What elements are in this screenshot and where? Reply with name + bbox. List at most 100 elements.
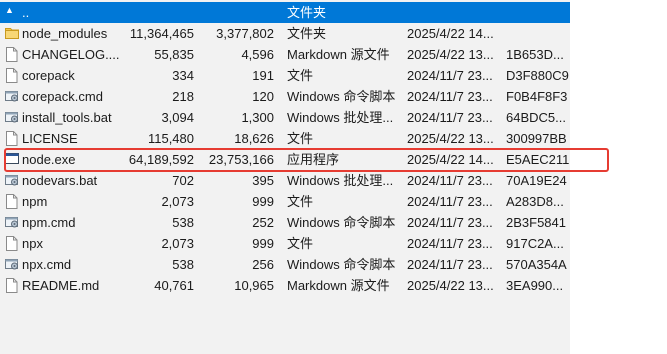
file-modified: 2024/11/7 23... bbox=[407, 89, 493, 104]
script-icon bbox=[5, 110, 18, 125]
file-type: Windows 命令脚本 bbox=[287, 215, 396, 230]
file-packed-size: 395 bbox=[252, 173, 274, 188]
file-name: corepack bbox=[22, 68, 75, 83]
file-crc: 300997BB bbox=[506, 131, 567, 146]
file-modified: 2024/11/7 23... bbox=[407, 173, 493, 188]
file-modified: 2025/4/22 14... bbox=[407, 152, 494, 167]
file-type: 文件 bbox=[287, 194, 314, 209]
file-type: 文件夹 bbox=[287, 26, 327, 41]
file-packed-size: 999 bbox=[252, 236, 274, 251]
file-crc: 3EA990... bbox=[506, 278, 564, 293]
file-name: CHANGELOG.... bbox=[22, 47, 120, 62]
script-icon bbox=[5, 89, 18, 104]
file-size: 334 bbox=[172, 68, 194, 83]
file-modified: 2024/11/7 23... bbox=[407, 215, 493, 230]
file-type: 文件 bbox=[287, 131, 314, 146]
file-size: 115,480 bbox=[147, 131, 194, 146]
file-row[interactable]: npm 2,073 999 文件 2024/11/7 23... A283D8... bbox=[0, 191, 570, 212]
file-packed-size: 23,753,166 bbox=[208, 152, 274, 167]
file-row[interactable]: CHANGELOG.... 55,835 4,596 Markdown 源文件 2025… bbox=[0, 44, 570, 65]
folder-icon bbox=[5, 26, 19, 41]
file-size: 64,189,592 bbox=[128, 152, 194, 167]
exe-icon bbox=[5, 152, 19, 167]
file-row[interactable]: corepack 334 191 文件 2024/11/7 23... D3F880C9 bbox=[0, 65, 570, 86]
file-size: 3,094 bbox=[161, 110, 194, 125]
file-crc: A283D8... bbox=[506, 194, 564, 209]
file-type: 文件 bbox=[287, 236, 314, 251]
file-packed-size: 4,596 bbox=[241, 47, 274, 62]
script-icon bbox=[5, 173, 18, 188]
file-name: node_modules bbox=[22, 26, 108, 41]
file-modified: 2024/11/7 23... bbox=[407, 110, 493, 125]
file-size: 2,073 bbox=[161, 236, 194, 251]
file-packed-size: 252 bbox=[252, 215, 274, 230]
file-name: install_tools.bat bbox=[22, 110, 112, 125]
file-name: npm.cmd bbox=[22, 215, 76, 230]
file-modified: 2024/11/7 23... bbox=[407, 236, 493, 251]
file-packed-size: 1,300 bbox=[241, 110, 274, 125]
file-packed-size: 256 bbox=[252, 257, 274, 272]
file-row[interactable]: install_tools.bat 3,094 1,300 Windows 批处理..… bbox=[0, 107, 570, 128]
file-row[interactable]: npx.cmd 538 256 Windows 命令脚本 2024/11/7 23...… bbox=[0, 254, 570, 275]
file-size: 218 bbox=[172, 89, 194, 104]
parent-folder-row[interactable]: ▲ .. 文件夹 bbox=[0, 2, 570, 23]
file-modified: 2025/4/22 14... bbox=[407, 26, 494, 41]
file-row[interactable]: nodevars.bat 702 395 Windows 批处理... 2024/11/… bbox=[0, 170, 570, 191]
file-modified: 2024/11/7 23... bbox=[407, 194, 493, 209]
file-type: Markdown 源文件 bbox=[287, 278, 390, 293]
up-arrow-icon: ▲ bbox=[5, 5, 14, 15]
file-list-pane: ▲ .. 文件夹 node_modules 11,364,465 3,377,802… bbox=[0, 0, 570, 354]
file-list: ▲ .. 文件夹 node_modules 11,364,465 3,377,802… bbox=[0, 2, 570, 296]
file-icon bbox=[5, 47, 18, 62]
file-icon bbox=[5, 278, 18, 293]
file-modified: 2024/11/7 23... bbox=[407, 257, 493, 272]
file-name: nodevars.bat bbox=[22, 173, 98, 188]
file-packed-size: 10,965 bbox=[234, 278, 274, 293]
file-size: 55,835 bbox=[154, 47, 194, 62]
file-packed-size: 120 bbox=[252, 89, 274, 104]
file-modified: 2024/11/7 23... bbox=[407, 68, 493, 83]
file-type: Windows 命令脚本 bbox=[287, 257, 396, 272]
file-name: README.md bbox=[22, 278, 100, 293]
file-crc: 1B653D... bbox=[506, 47, 564, 62]
file-name: .. bbox=[22, 5, 30, 20]
file-size: 11,364,465 bbox=[129, 26, 194, 41]
file-name: LICENSE bbox=[22, 131, 78, 146]
file-crc: D3F880C9 bbox=[506, 68, 569, 83]
file-size: 538 bbox=[172, 215, 194, 230]
file-name: corepack.cmd bbox=[22, 89, 103, 104]
file-row[interactable]: npm.cmd 538 252 Windows 命令脚本 2024/11/7 23...… bbox=[0, 212, 570, 233]
file-type: 文件 bbox=[287, 68, 314, 83]
file-row[interactable]: corepack.cmd 218 120 Windows 命令脚本 2024/11/7 … bbox=[0, 86, 570, 107]
file-crc: 917C2A... bbox=[506, 236, 564, 251]
file-row[interactable]: npx 2,073 999 文件 2024/11/7 23... 917C2A... bbox=[0, 233, 570, 254]
file-row[interactable]: LICENSE 115,480 18,626 文件 2025/4/22 13... 300… bbox=[0, 128, 570, 149]
file-row[interactable]: README.md 40,761 10,965 Markdown 源文件 2025/4/… bbox=[0, 275, 570, 296]
file-name: npm bbox=[22, 194, 48, 209]
file-row[interactable]: node_modules 11,364,465 3,377,802 文件夹 2025/4… bbox=[0, 23, 570, 44]
file-name: npx bbox=[22, 236, 43, 251]
file-crc: 64BDC5... bbox=[506, 110, 566, 125]
file-row-highlighted[interactable]: node.exe 64,189,592 23,753,166 应用程序 2025/4/2… bbox=[0, 149, 570, 170]
file-name: node.exe bbox=[22, 152, 76, 167]
file-crc: F0B4F8F3 bbox=[506, 89, 568, 104]
file-size: 702 bbox=[172, 173, 194, 188]
file-name: npx.cmd bbox=[22, 257, 72, 272]
file-icon bbox=[5, 68, 18, 83]
file-type: Windows 命令脚本 bbox=[287, 89, 396, 104]
file-crc: E5AEC211 bbox=[506, 152, 570, 167]
file-packed-size: 191 bbox=[252, 68, 274, 83]
file-size: 40,761 bbox=[154, 278, 194, 293]
file-type: Windows 批处理... bbox=[287, 173, 394, 188]
script-icon bbox=[5, 215, 18, 230]
file-type: Windows 批处理... bbox=[287, 110, 394, 125]
file-type: 应用程序 bbox=[287, 152, 340, 167]
file-icon bbox=[5, 131, 18, 146]
script-icon bbox=[5, 257, 18, 272]
file-size: 2,073 bbox=[161, 194, 194, 209]
file-type: 文件夹 bbox=[287, 5, 327, 20]
file-modified: 2025/4/22 13... bbox=[407, 47, 494, 62]
file-crc: 2B3F5841 bbox=[506, 215, 566, 230]
file-icon bbox=[5, 236, 18, 251]
file-size: 538 bbox=[172, 257, 194, 272]
